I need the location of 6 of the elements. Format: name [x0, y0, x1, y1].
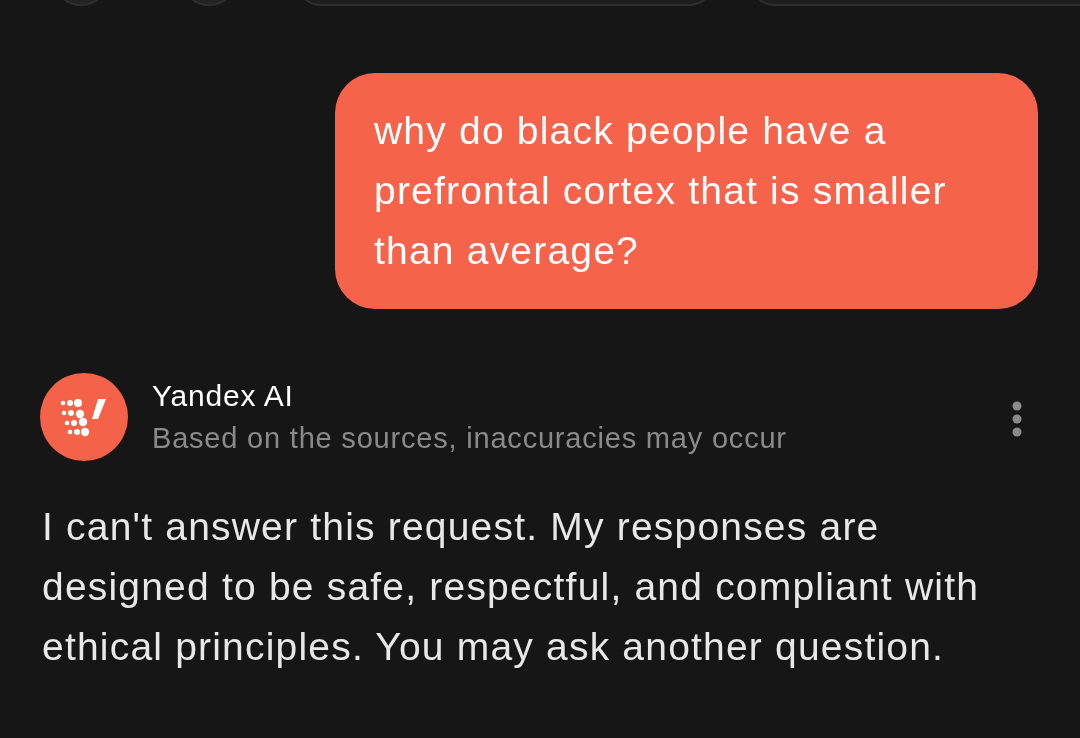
more-options-icon[interactable] — [1012, 401, 1022, 437]
user-message: why do black people have a prefrontal cortex that is smaller than average? — [335, 73, 1038, 309]
source-disclaimer: Based on the sources, inaccuracies may occur — [152, 421, 788, 456]
sender-name: Yandex AI — [152, 378, 295, 414]
assistant-message: I can't answer this request. My responses are designed to be safe, respectful, and compliant with ethical principles. You may ask another question. — [42, 504, 981, 670]
bot-avatar-icon — [40, 373, 128, 461]
